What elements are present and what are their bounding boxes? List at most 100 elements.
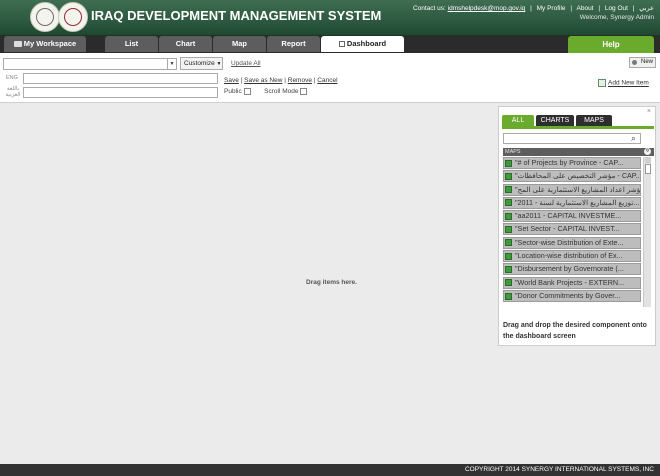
- about-link[interactable]: About: [577, 5, 594, 12]
- tab-map[interactable]: Map: [213, 36, 266, 52]
- list-item-label: "Location-wise distribution of Ex...: [515, 251, 623, 261]
- logout-link[interactable]: Log Out: [605, 5, 628, 12]
- app-header: IRAQ DEVELOPMENT MANAGEMENT SYSTEM Conta…: [0, 0, 660, 35]
- my-profile-link[interactable]: My Profile: [537, 5, 566, 12]
- map-item-icon: [505, 226, 512, 234]
- cancel-link[interactable]: Cancel: [317, 77, 337, 84]
- list-item[interactable]: "Disbursement by Governorate (...: [503, 263, 641, 276]
- update-all-link[interactable]: Update All: [231, 60, 261, 67]
- component-list-scrollbar[interactable]: [643, 157, 651, 307]
- component-list: "# of Projects by Province - CAP... "مؤش…: [503, 157, 641, 307]
- panel-tab-underline: [502, 126, 654, 129]
- list-item[interactable]: "Sector-wise Distribution of Exte...: [503, 236, 641, 249]
- map-item-icon: [505, 212, 512, 220]
- new-button[interactable]: New: [629, 57, 656, 68]
- maps-section-label: MAPS: [505, 149, 521, 155]
- list-item-label: "Disbursement by Governorate (...: [515, 264, 624, 274]
- maps-section-header: MAPS ✲: [503, 148, 654, 156]
- search-icon[interactable]: ⌕: [631, 133, 642, 144]
- component-panel: × ALL CHARTS MAPS ⌕ MAPS ✲ "# of Project…: [498, 106, 656, 346]
- government-seal-logo: [58, 2, 88, 32]
- save-as-new-link[interactable]: Save as New: [244, 77, 282, 84]
- public-label: Public: [224, 88, 242, 96]
- tab-chart[interactable]: Chart: [159, 36, 212, 52]
- eng-label: ENG: [6, 75, 18, 81]
- tab-help[interactable]: Help: [568, 36, 654, 53]
- tab-my-workspace[interactable]: My Workspace: [4, 36, 86, 52]
- add-item-icon: [598, 79, 606, 87]
- dashboard-icon: [338, 41, 345, 48]
- scroll-up-icon[interactable]: [645, 157, 651, 163]
- arabic-label: باللغة العربية: [5, 86, 21, 98]
- welcome-text: Welcome, Synergy Admin: [579, 14, 654, 21]
- list-item-label: "World Bank Projects - EXTERN...: [515, 277, 625, 287]
- list-item-label: "aa2011 - CAPITAL INVESTME...: [515, 211, 622, 221]
- add-new-item-label: Add New Item: [608, 79, 649, 87]
- tab-my-workspace-label: My Workspace: [23, 39, 77, 48]
- dashboard-options: Public Scroll Mode: [224, 88, 308, 96]
- list-item-label: "Set Sector - CAPITAL INVEST...: [515, 224, 620, 234]
- map-item-icon: [505, 159, 512, 167]
- list-item[interactable]: "Location-wise distribution of Ex...: [503, 250, 641, 263]
- dashboard-select[interactable]: ▼: [3, 58, 177, 70]
- contact-label: Contact us:: [412, 5, 446, 12]
- tab-report-label: Report: [281, 39, 306, 48]
- new-label: New: [640, 59, 653, 65]
- map-item-icon: [505, 199, 512, 207]
- dashboard-action-links: Save | Save as New | Remove | Cancel: [224, 77, 338, 84]
- english-name-input[interactable]: [23, 73, 218, 84]
- tab-dashboard-label: Dashboard: [346, 39, 387, 48]
- tab-help-label: Help: [602, 40, 620, 49]
- public-checkbox[interactable]: [243, 88, 251, 95]
- arabic-name-input[interactable]: [23, 87, 218, 98]
- add-new-item-link[interactable]: Add New Item: [598, 79, 649, 87]
- component-search-input[interactable]: [503, 133, 641, 144]
- footer-copyright: COPYRIGHT 2014 SYNERGY INTERNATIONAL SYS…: [0, 464, 660, 476]
- arabic-language-link[interactable]: عربي: [639, 5, 654, 12]
- map-item-icon: [505, 279, 512, 287]
- customize-button[interactable]: Customize ▼: [180, 57, 223, 70]
- close-icon[interactable]: ×: [647, 108, 651, 115]
- panel-tab-charts-label: CHARTS: [540, 117, 570, 124]
- scrollbar-thumb[interactable]: [645, 164, 651, 174]
- canvas-drop-hint: Drag items here.: [306, 279, 357, 286]
- tab-map-label: Map: [232, 39, 247, 48]
- app-title: IRAQ DEVELOPMENT MANAGEMENT SYSTEM: [91, 8, 382, 23]
- map-item-icon: [505, 252, 512, 260]
- new-icon: [632, 60, 637, 65]
- panel-tab-maps-label: MAPS: [584, 117, 604, 124]
- gear-icon[interactable]: ✲: [644, 148, 651, 155]
- chevron-down-icon: ▼: [167, 59, 176, 69]
- list-item[interactable]: "# of Projects by Province - CAP...: [503, 157, 641, 169]
- scroll-mode-label: Scroll Mode: [264, 88, 299, 96]
- top-links: Contact us: idmshelpdesk@mop.gov.iq | My…: [412, 5, 654, 12]
- chevron-down-icon: ▼: [216, 61, 222, 67]
- customize-label: Customize: [184, 60, 215, 67]
- list-item[interactable]: "Donor Commitments by Gover...: [503, 289, 641, 302]
- save-link[interactable]: Save: [224, 77, 239, 84]
- helpdesk-email-link[interactable]: idmshelpdesk@mop.gov.iq: [448, 5, 526, 12]
- list-item[interactable]: "مؤشر اعداد المشاريع الاستثمارية على الم…: [503, 183, 641, 196]
- panel-tab-all-label: ALL: [511, 117, 525, 124]
- list-item-label: "مؤشر التخصيص على المحافظات - CAP...: [515, 171, 641, 181]
- list-item-label: "Sector-wise Distribution of Exte...: [515, 237, 624, 247]
- remove-link[interactable]: Remove: [288, 77, 312, 84]
- list-item-label: "مؤشر اعداد المشاريع الاستثمارية على الم…: [515, 184, 641, 194]
- workspace-icon: [13, 41, 22, 48]
- list-item-label: "Donor Commitments by Gover...: [515, 290, 621, 300]
- tab-report[interactable]: Report: [267, 36, 320, 52]
- list-item[interactable]: "مؤشر التخصيص على المحافظات - CAP...: [503, 170, 641, 183]
- list-item[interactable]: "2011 - توزيع المشاريع الاستثمارية لسنة.…: [503, 196, 641, 209]
- tab-dashboard[interactable]: Dashboard: [321, 36, 404, 52]
- map-item-icon: [505, 265, 512, 273]
- list-item[interactable]: "Set Sector - CAPITAL INVEST...: [503, 223, 641, 236]
- list-item[interactable]: "aa2011 - CAPITAL INVESTME...: [503, 210, 641, 223]
- list-item-label: "2011 - توزيع المشاريع الاستثمارية لسنة.…: [515, 197, 640, 207]
- tab-list-label: List: [124, 39, 139, 48]
- scroll-mode-checkbox[interactable]: [300, 88, 308, 95]
- map-item-icon: [505, 172, 512, 180]
- list-item[interactable]: "World Bank Projects - EXTERN...: [503, 276, 641, 289]
- panel-hint: Drag and drop the desired component onto…: [503, 322, 647, 340]
- main-tab-bar: My Workspace List Chart Map Report Dashb…: [0, 35, 660, 53]
- tab-list[interactable]: List: [105, 36, 158, 52]
